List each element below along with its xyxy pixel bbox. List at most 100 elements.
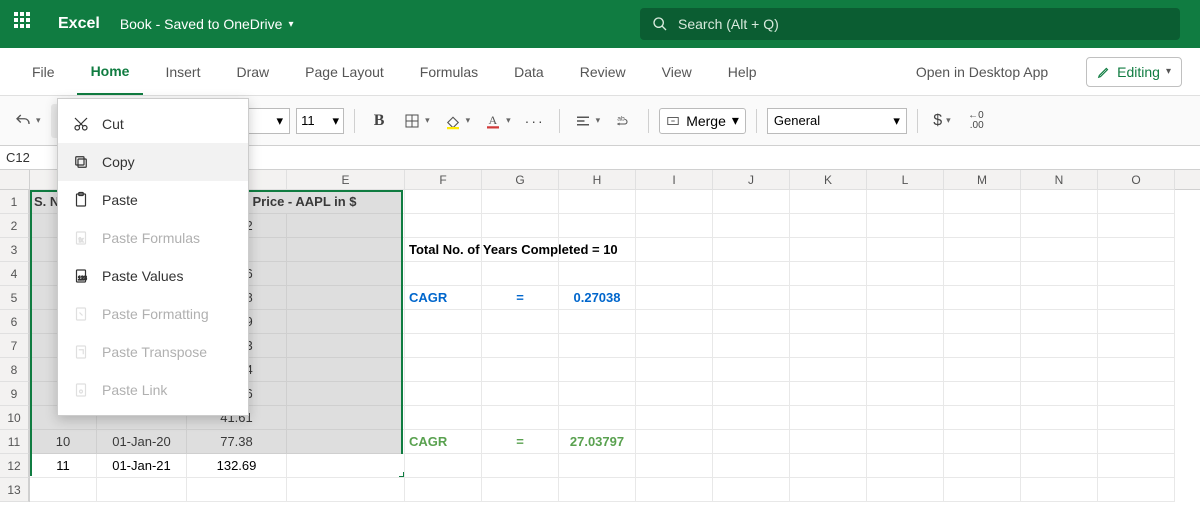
column-header[interactable]: G (482, 170, 559, 190)
cell[interactable] (867, 382, 944, 406)
cell[interactable] (944, 214, 1021, 238)
cell[interactable]: 0.27038 (559, 286, 636, 310)
menu-item-paste-values[interactable]: 123Paste Values (58, 257, 248, 295)
row-header[interactable]: 5 (0, 286, 29, 310)
editing-mode-button[interactable]: Editing ▾ (1086, 57, 1182, 87)
cell[interactable] (287, 358, 405, 382)
cell[interactable] (790, 334, 867, 358)
cell[interactable] (482, 238, 559, 262)
column-header[interactable]: N (1021, 170, 1098, 190)
cell[interactable] (30, 478, 97, 502)
cell[interactable] (287, 478, 405, 502)
menu-item-copy[interactable]: Copy (58, 143, 248, 181)
tab-review[interactable]: Review (566, 48, 640, 95)
cell[interactable] (713, 358, 790, 382)
cell[interactable] (790, 430, 867, 454)
row-header[interactable]: 12 (0, 454, 29, 478)
cell[interactable] (713, 334, 790, 358)
cell[interactable] (287, 334, 405, 358)
cell[interactable] (713, 430, 790, 454)
cell[interactable] (867, 214, 944, 238)
row-header[interactable]: 6 (0, 310, 29, 334)
cell[interactable] (790, 190, 867, 214)
cell[interactable] (790, 406, 867, 430)
tab-data[interactable]: Data (500, 48, 558, 95)
cell[interactable] (559, 238, 636, 262)
tab-draw[interactable]: Draw (222, 48, 283, 95)
cell[interactable] (1021, 190, 1098, 214)
cell[interactable] (790, 286, 867, 310)
cell[interactable] (636, 478, 713, 502)
cell[interactable] (1098, 214, 1175, 238)
menu-item-cut[interactable]: Cut (58, 105, 248, 143)
cell[interactable] (636, 358, 713, 382)
cell[interactable] (713, 262, 790, 286)
cell[interactable]: 01-Jan-21 (97, 454, 187, 478)
cell[interactable] (867, 430, 944, 454)
cell[interactable] (713, 478, 790, 502)
cell[interactable] (559, 214, 636, 238)
cell[interactable] (405, 262, 482, 286)
tab-help[interactable]: Help (714, 48, 771, 95)
cell[interactable] (287, 310, 405, 334)
cell[interactable] (867, 454, 944, 478)
search-input[interactable] (678, 16, 1168, 32)
cell[interactable] (713, 238, 790, 262)
cell[interactable] (559, 454, 636, 478)
cell[interactable] (405, 334, 482, 358)
cell[interactable]: 01-Jan-20 (97, 430, 187, 454)
cell[interactable] (559, 310, 636, 334)
merge-button[interactable]: Merge ▾ (659, 108, 746, 134)
cell[interactable] (790, 358, 867, 382)
cell[interactable] (1098, 286, 1175, 310)
cell[interactable] (790, 454, 867, 478)
cell[interactable]: = (482, 286, 559, 310)
cell[interactable] (1098, 406, 1175, 430)
wrap-text-button[interactable]: ab (610, 105, 638, 137)
cell[interactable] (790, 382, 867, 406)
cell[interactable] (713, 382, 790, 406)
cell[interactable] (287, 382, 405, 406)
cell[interactable] (559, 358, 636, 382)
decrease-decimal-button[interactable]: ←0 .00 (962, 105, 990, 137)
tab-formulas[interactable]: Formulas (406, 48, 492, 95)
cell[interactable] (867, 286, 944, 310)
cell[interactable] (482, 406, 559, 430)
cell[interactable] (482, 454, 559, 478)
column-header[interactable]: M (944, 170, 1021, 190)
column-header[interactable]: K (790, 170, 867, 190)
row-header[interactable]: 7 (0, 334, 29, 358)
cell[interactable] (1021, 214, 1098, 238)
cell[interactable] (867, 358, 944, 382)
cell[interactable] (1098, 310, 1175, 334)
cell[interactable]: 132.69 (187, 454, 287, 478)
column-header[interactable]: I (636, 170, 713, 190)
cell[interactable] (287, 214, 405, 238)
cell[interactable]: 10 (30, 430, 97, 454)
cell[interactable] (559, 478, 636, 502)
column-header[interactable]: L (867, 170, 944, 190)
cell[interactable] (944, 334, 1021, 358)
cell[interactable] (867, 406, 944, 430)
cell[interactable] (1021, 454, 1098, 478)
cell[interactable] (405, 310, 482, 334)
row-header[interactable]: 11 (0, 430, 29, 454)
tab-insert[interactable]: Insert (151, 48, 214, 95)
cell[interactable] (636, 286, 713, 310)
cell[interactable]: = (482, 430, 559, 454)
cell[interactable] (287, 454, 405, 478)
row-header[interactable]: 8 (0, 358, 29, 382)
cell[interactable] (1021, 382, 1098, 406)
cell[interactable]: 77.38 (187, 430, 287, 454)
cell[interactable] (287, 406, 405, 430)
cell[interactable] (1021, 262, 1098, 286)
cell[interactable] (790, 310, 867, 334)
cell[interactable] (559, 190, 636, 214)
cell[interactable] (1098, 430, 1175, 454)
cell[interactable] (944, 238, 1021, 262)
name-box[interactable]: C12 (0, 150, 48, 165)
cell[interactable] (867, 334, 944, 358)
cell[interactable] (405, 382, 482, 406)
cell[interactable] (1098, 454, 1175, 478)
cell[interactable] (1021, 286, 1098, 310)
